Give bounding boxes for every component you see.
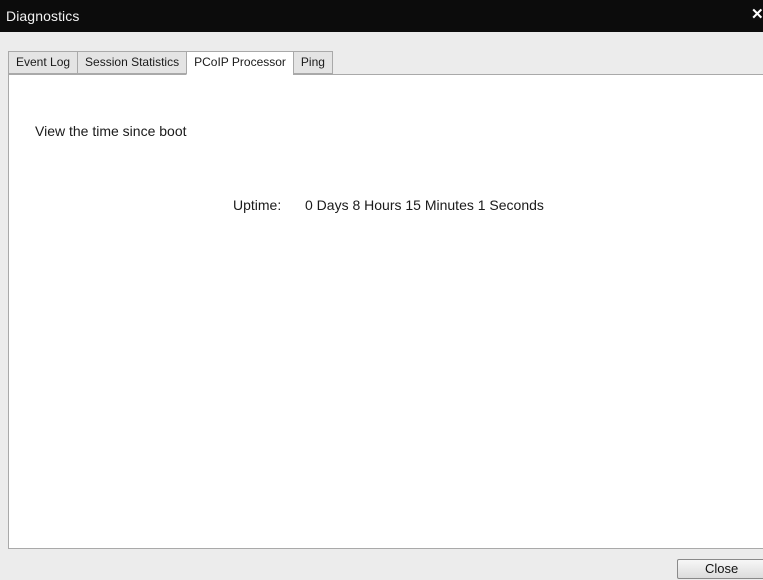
tab-ping[interactable]: Ping [292, 51, 333, 74]
uptime-value: 0 Days 8 Hours 15 Minutes 1 Seconds [305, 197, 544, 213]
dialog-body: Event Log Session Statistics PCoIP Proce… [0, 32, 763, 580]
tab-event-log[interactable]: Event Log [8, 51, 78, 74]
tab-panel: View the time since boot Uptime: 0 Days … [8, 74, 763, 549]
dialog-title-bar: Diagnostics ✕ [0, 0, 763, 32]
tab-bar: Event Log Session Statistics PCoIP Proce… [8, 51, 333, 75]
panel-description: View the time since boot [35, 123, 187, 139]
dialog-title: Diagnostics [6, 8, 80, 24]
close-button[interactable]: Close [677, 559, 763, 579]
tab-pcoip-processor[interactable]: PCoIP Processor [186, 51, 293, 75]
close-icon[interactable]: ✕ [751, 6, 763, 24]
uptime-label: Uptime: [233, 197, 282, 213]
tab-session-statistics[interactable]: Session Statistics [77, 51, 187, 74]
